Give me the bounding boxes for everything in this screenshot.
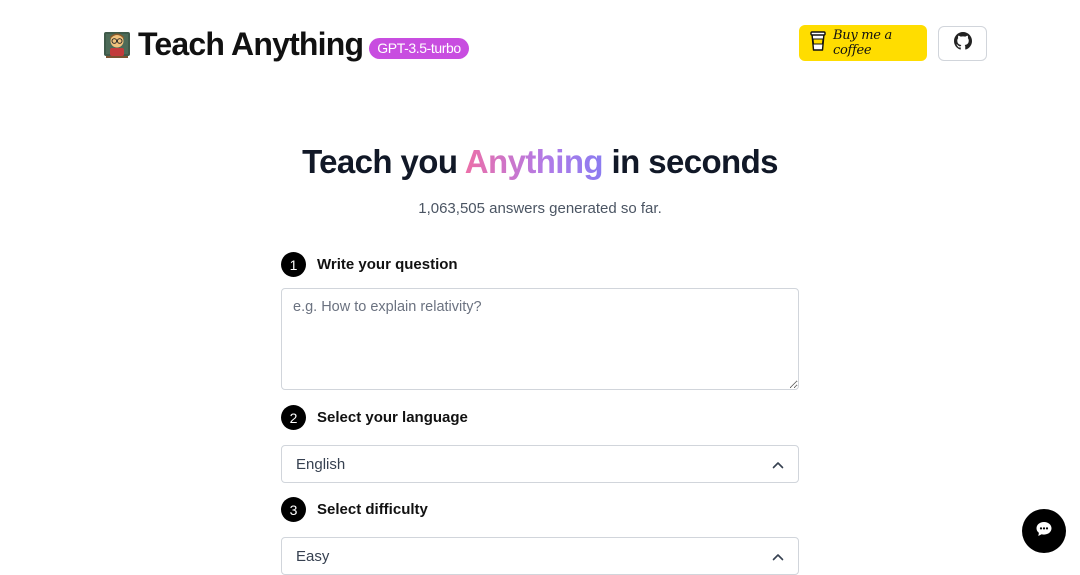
hero-title-accent: Anything [464,143,604,180]
step-2-label: Select your language [317,409,468,426]
difficulty-select[interactable]: Easy [281,537,799,575]
logo[interactable]: Teach Anything GPT-3.5-turbo [102,24,469,64]
chevron-up-icon [772,548,784,565]
hero-title-prefix: Teach you [302,143,465,180]
language-select-value: English [296,455,346,473]
teacher-emoji-icon [102,28,132,60]
question-input[interactable] [281,288,799,390]
coffee-cup-icon [809,30,827,57]
chevron-up-icon [772,456,784,473]
buy-me-a-coffee-button[interactable]: Buy me a coffee [799,25,927,61]
answers-counter: 1,063,505 answers generated so far. [418,200,662,217]
chat-bubble-icon [1035,520,1053,543]
step-3-label: Select difficulty [317,501,428,518]
step-2-header: 2 Select your language [281,405,468,430]
model-badge: GPT-3.5-turbo [369,37,469,59]
github-icon [953,32,972,55]
step-3-header: 3 Select difficulty [281,497,428,522]
step-1-number: 1 [281,252,306,277]
coffee-label: Buy me a coffee [833,28,892,58]
step-1-header: 1 Write your question [281,252,458,277]
step-2-number: 2 [281,405,306,430]
hero-title: Teach you Anything in seconds [0,140,1080,184]
brand-title: Teach Anything [138,26,364,62]
chat-button[interactable] [1022,509,1066,553]
step-3-number: 3 [281,497,306,522]
github-button[interactable] [938,26,987,61]
hero-title-suffix: in seconds [602,143,779,180]
language-select[interactable]: English [281,445,799,483]
step-1-label: Write your question [317,256,458,273]
difficulty-select-value: Easy [296,547,330,565]
